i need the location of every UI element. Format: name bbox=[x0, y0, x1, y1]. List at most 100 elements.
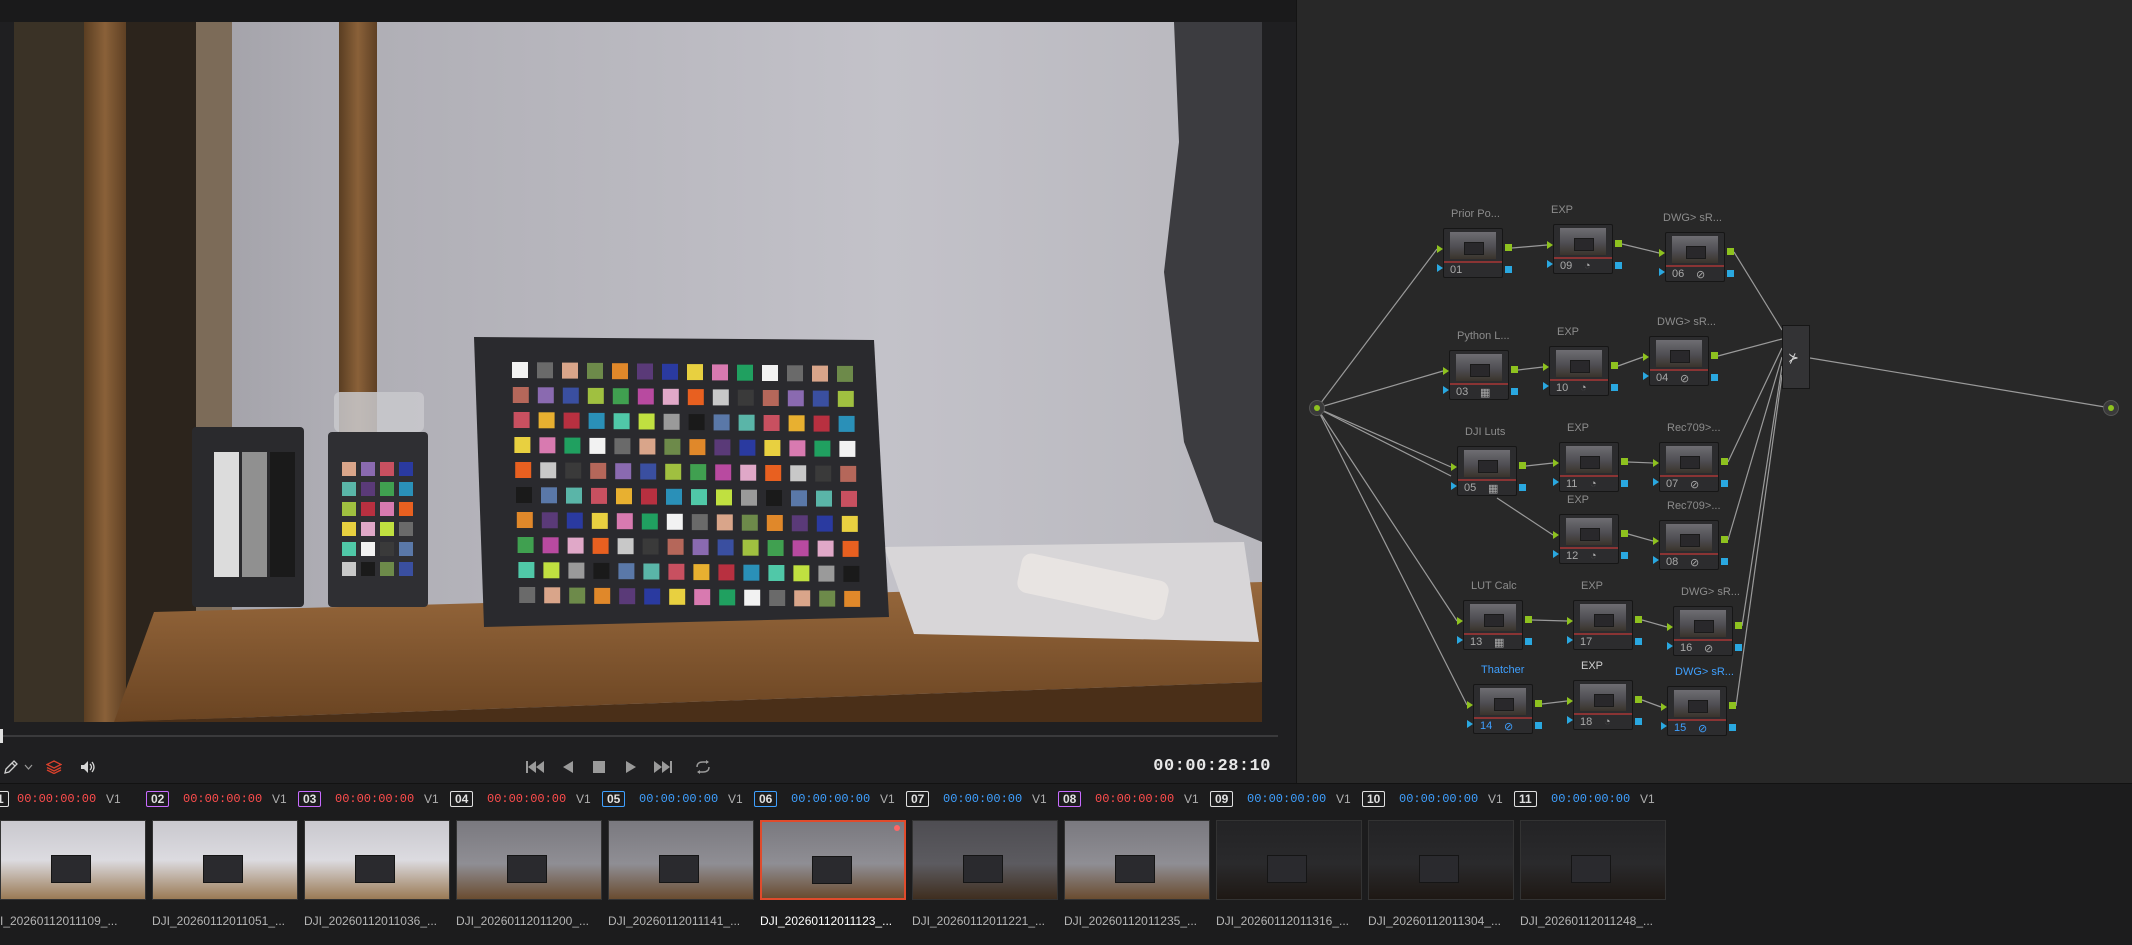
clip-thumbnail[interactable] bbox=[1368, 820, 1514, 900]
node-12[interactable]: 12 ◔ bbox=[1559, 514, 1619, 564]
node-input-port[interactable] bbox=[1567, 697, 1573, 705]
clip-thumbnail[interactable] bbox=[304, 820, 450, 900]
play-icon[interactable] bbox=[623, 756, 639, 778]
node-output-port[interactable] bbox=[1519, 462, 1526, 469]
timeline-clip[interactable]: 10 00:00:00:00 V1 DJI_20260112011304_... bbox=[1362, 790, 1514, 940]
node-key-output-port[interactable] bbox=[1535, 722, 1542, 729]
node-07[interactable]: 07 ⊘ bbox=[1659, 442, 1719, 492]
clip-thumbnail[interactable] bbox=[608, 820, 754, 900]
node-output-port[interactable] bbox=[1635, 616, 1642, 623]
node-input-port[interactable] bbox=[1443, 367, 1449, 375]
node-04[interactable]: 04 ⊘ bbox=[1649, 336, 1709, 386]
node-key-input-port[interactable] bbox=[1567, 636, 1573, 644]
viewer-image[interactable] bbox=[14, 22, 1262, 722]
node-key-output-port[interactable] bbox=[1735, 644, 1742, 651]
node-output-port[interactable] bbox=[1535, 700, 1542, 707]
node-output-port[interactable] bbox=[1525, 616, 1532, 623]
loop-icon[interactable] bbox=[692, 756, 714, 778]
node-key-output-port[interactable] bbox=[1729, 724, 1736, 731]
clip-thumbnail[interactable] bbox=[912, 820, 1058, 900]
node-05[interactable]: 05 ▦ bbox=[1457, 446, 1517, 496]
node-key-output-port[interactable] bbox=[1727, 270, 1734, 277]
source-input-port[interactable] bbox=[1309, 400, 1325, 416]
scrubber-track[interactable] bbox=[0, 735, 1278, 737]
node-key-output-port[interactable] bbox=[1721, 480, 1728, 487]
node-key-output-port[interactable] bbox=[1525, 638, 1532, 645]
node-output-port[interactable] bbox=[1727, 248, 1734, 255]
timeline-clip[interactable]: 03 00:00:00:00 V1 DJI_20260112011036_... bbox=[298, 790, 450, 940]
node-key-input-port[interactable] bbox=[1437, 264, 1443, 272]
node-key-input-port[interactable] bbox=[1547, 260, 1553, 268]
node-01[interactable]: 01 bbox=[1443, 228, 1503, 278]
node-output-port[interactable] bbox=[1635, 696, 1642, 703]
node-key-output-port[interactable] bbox=[1511, 388, 1518, 395]
timeline-clip[interactable]: 08 00:00:00:00 V1 DJI_20260112011235_... bbox=[1058, 790, 1210, 940]
node-key-input-port[interactable] bbox=[1667, 642, 1673, 650]
clip-thumbnail[interactable] bbox=[152, 820, 298, 900]
timeline-clip[interactable]: 05 00:00:00:00 V1 DJI_20260112011141_... bbox=[602, 790, 754, 940]
timeline-clip[interactable]: 11 00:00:00:00 V1 DJI_20260112011248_... bbox=[1514, 790, 1666, 940]
node-output-port[interactable] bbox=[1711, 352, 1718, 359]
layers-icon[interactable] bbox=[44, 756, 64, 778]
chevron-down-icon[interactable] bbox=[22, 756, 34, 778]
node-output-port[interactable] bbox=[1611, 362, 1618, 369]
node-key-input-port[interactable] bbox=[1443, 386, 1449, 394]
node-key-input-port[interactable] bbox=[1467, 720, 1473, 728]
node-key-output-port[interactable] bbox=[1505, 266, 1512, 273]
node-key-input-port[interactable] bbox=[1653, 478, 1659, 486]
node-03[interactable]: 03 ▦ bbox=[1449, 350, 1509, 400]
timeline-clip[interactable]: 1 00:00:00:00 V1 I_20260112011109_... bbox=[0, 790, 146, 940]
skip-forward-icon[interactable] bbox=[652, 756, 674, 778]
node-input-port[interactable] bbox=[1643, 353, 1649, 361]
timeline-clip[interactable]: 06 00:00:00:00 V1 DJI_20260112011123_... bbox=[754, 790, 906, 940]
node-output-port[interactable] bbox=[1621, 530, 1628, 537]
node-input-port[interactable] bbox=[1467, 701, 1473, 709]
node-output-port[interactable] bbox=[1511, 366, 1518, 373]
node-input-port[interactable] bbox=[1667, 623, 1673, 631]
node-18[interactable]: 18 ◔ bbox=[1573, 680, 1633, 730]
node-key-input-port[interactable] bbox=[1661, 722, 1667, 730]
node-input-port[interactable] bbox=[1659, 249, 1665, 257]
node-key-output-port[interactable] bbox=[1721, 558, 1728, 565]
node-key-input-port[interactable] bbox=[1451, 482, 1457, 490]
node-output-port[interactable] bbox=[1729, 702, 1736, 709]
node-10[interactable]: 10 ◔ bbox=[1549, 346, 1609, 396]
node-key-output-port[interactable] bbox=[1621, 480, 1628, 487]
eyedropper-icon[interactable] bbox=[2, 756, 20, 778]
node-output-port[interactable] bbox=[1505, 244, 1512, 251]
clip-thumbnail[interactable] bbox=[456, 820, 602, 900]
clip-thumbnail[interactable] bbox=[1216, 820, 1362, 900]
stop-icon[interactable] bbox=[591, 756, 607, 778]
node-key-input-port[interactable] bbox=[1457, 636, 1463, 644]
node-17[interactable]: 17 bbox=[1573, 600, 1633, 650]
node-08[interactable]: 08 ⊘ bbox=[1659, 520, 1719, 570]
node-output-port[interactable] bbox=[1615, 240, 1622, 247]
node-13[interactable]: 13 ▦ bbox=[1463, 600, 1523, 650]
node-key-output-port[interactable] bbox=[1635, 718, 1642, 725]
node-input-port[interactable] bbox=[1553, 459, 1559, 467]
layer-mixer-node[interactable]: ⊁ bbox=[1782, 325, 1810, 389]
node-key-output-port[interactable] bbox=[1711, 374, 1718, 381]
node-key-output-port[interactable] bbox=[1519, 484, 1526, 491]
step-back-icon[interactable] bbox=[560, 756, 576, 778]
node-key-output-port[interactable] bbox=[1621, 552, 1628, 559]
clip-thumbnail[interactable] bbox=[760, 820, 906, 900]
node-output-port[interactable] bbox=[1721, 536, 1728, 543]
node-input-port[interactable] bbox=[1547, 241, 1553, 249]
node-09[interactable]: 09 ◔ bbox=[1553, 224, 1613, 274]
node-06[interactable]: 06 ⊘ bbox=[1665, 232, 1725, 282]
node-input-port[interactable] bbox=[1451, 463, 1457, 471]
node-editor-panel[interactable]: 01 Prior Po... 09 ◔ EXP 06 ⊘ DWG> sR... 03 ▦ Pytho… bbox=[1296, 0, 2132, 783]
node-input-port[interactable] bbox=[1661, 703, 1667, 711]
node-input-port[interactable] bbox=[1653, 537, 1659, 545]
node-16[interactable]: 16 ⊘ bbox=[1673, 606, 1733, 656]
node-key-input-port[interactable] bbox=[1653, 556, 1659, 564]
timeline-clip[interactable]: 04 00:00:00:00 V1 DJI_20260112011200_... bbox=[450, 790, 602, 940]
speaker-icon[interactable] bbox=[78, 756, 98, 778]
node-key-output-port[interactable] bbox=[1635, 638, 1642, 645]
clip-thumbnail[interactable] bbox=[0, 820, 146, 900]
playhead[interactable] bbox=[0, 729, 3, 743]
node-input-port[interactable] bbox=[1567, 617, 1573, 625]
node-key-input-port[interactable] bbox=[1659, 268, 1665, 276]
clip-thumbnail[interactable] bbox=[1520, 820, 1666, 900]
